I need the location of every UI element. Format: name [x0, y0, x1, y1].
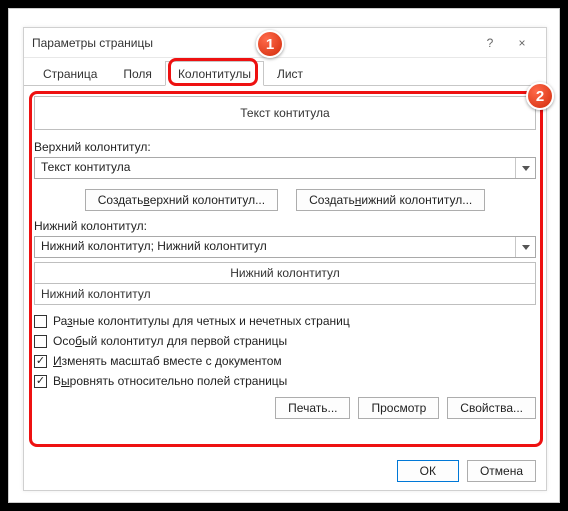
checkbox-icon: [34, 335, 47, 348]
annotation-badge-2: 2: [526, 82, 554, 110]
footer-combo-value: Нижний колонтитул; Нижний колонтитул: [35, 237, 515, 257]
titlebar: Параметры страницы ? ×: [24, 28, 546, 58]
footer-combo[interactable]: Нижний колонтитул; Нижний колонтитул: [34, 236, 536, 258]
preview-button[interactable]: Просмотр: [358, 397, 439, 419]
header-preview: Текст контитула: [34, 96, 536, 130]
header-combo-value: Текст контитула: [35, 158, 515, 178]
checkbox-icon: ✓: [34, 375, 47, 388]
chevron-down-icon: [515, 237, 535, 257]
header-preview-text: Текст контитула: [240, 106, 329, 120]
checkbox-icon: [34, 315, 47, 328]
tab-sheet[interactable]: Лист: [264, 61, 316, 86]
header-combo[interactable]: Текст контитула: [34, 157, 536, 179]
tab-strip: Страница Поля Колонтитулы Лист: [24, 58, 546, 86]
properties-button[interactable]: Свойства...: [447, 397, 536, 419]
footer-preview-body: Нижний колонтитул: [35, 283, 535, 304]
check-align-margins[interactable]: ✓ Выровнять относительно полей страницы: [34, 371, 536, 391]
cancel-button[interactable]: Отмена: [467, 460, 536, 482]
tab-content: Текст контитула Верхний колонтитул: Текс…: [24, 86, 546, 419]
tab-headers-footers[interactable]: Колонтитулы: [165, 61, 264, 86]
check-scale-with-doc[interactable]: ✓ Изменять масштаб вместе с документом: [34, 351, 536, 371]
footer-preview-caption: Нижний колонтитул: [35, 263, 535, 283]
close-button[interactable]: ×: [506, 36, 538, 50]
ok-button[interactable]: ОК: [397, 460, 459, 482]
header-label: Верхний колонтитул:: [34, 140, 536, 154]
check-odd-even[interactable]: Разные колонтитулы для четных и нечетных…: [34, 311, 536, 331]
options-group: Разные колонтитулы для четных и нечетных…: [34, 311, 536, 391]
print-button[interactable]: Печать...: [275, 397, 350, 419]
tab-page[interactable]: Страница: [30, 61, 110, 86]
annotation-badge-1: 1: [256, 30, 284, 58]
help-button[interactable]: ?: [474, 36, 506, 50]
footer-label: Нижний колонтитул:: [34, 219, 536, 233]
check-first-page[interactable]: Особый колонтитул для первой страницы: [34, 331, 536, 351]
chevron-down-icon: [515, 158, 535, 178]
tab-margins[interactable]: Поля: [110, 61, 165, 86]
create-header-button[interactable]: Создать верхний колонтитул...: [85, 189, 278, 211]
page-setup-dialog: Параметры страницы ? × Страница Поля Кол…: [23, 27, 547, 491]
checkbox-icon: ✓: [34, 355, 47, 368]
create-footer-button[interactable]: Создать нижний колонтитул...: [296, 189, 485, 211]
footer-preview: Нижний колонтитул Нижний колонтитул: [34, 262, 536, 305]
window-title: Параметры страницы: [32, 36, 474, 50]
